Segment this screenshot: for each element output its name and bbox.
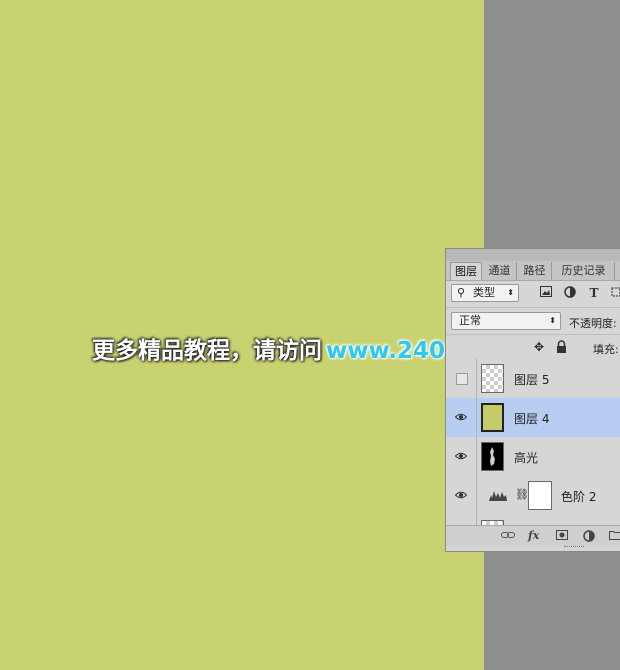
layer-name: 图层 4: [514, 412, 550, 426]
blend-row: 正常 ⬍ 不透明度:: [446, 307, 620, 334]
blend-mode-label: 正常: [459, 314, 481, 327]
mask-thumbnail: [528, 481, 552, 510]
divider: [476, 359, 477, 398]
adjustment-icon[interactable]: [583, 530, 595, 542]
lock-all-icon[interactable]: [556, 340, 567, 354]
eye-icon[interactable]: [454, 489, 468, 501]
watermark-text: 更多精品教程，请访问: [92, 338, 322, 364]
blend-mode-select[interactable]: 正常 ⬍: [451, 312, 561, 330]
layer-filter-select[interactable]: ⚲ 类型 ⬍: [451, 284, 519, 302]
layer-row-levels[interactable]: ⛓ 色阶 2: [446, 476, 620, 516]
fx-icon[interactable]: fx: [528, 530, 539, 542]
panel-title-grip[interactable]: [446, 249, 620, 261]
tab-history[interactable]: 历史记录: [553, 262, 615, 280]
filter-row: ⚲ 类型 ⬍ T: [446, 281, 620, 307]
tab-layers[interactable]: 图层: [450, 262, 482, 280]
panel-tab-bar: 图层 通道 路径 历史记录: [446, 249, 620, 281]
lock-row: ✥ 填充:: [446, 334, 620, 359]
layer-name: 高光: [514, 451, 539, 465]
link-icon[interactable]: [501, 530, 515, 542]
visibility-toggle[interactable]: [456, 373, 468, 385]
eye-icon[interactable]: [454, 411, 468, 423]
layer-row-highlight[interactable]: 高光: [446, 437, 620, 477]
layer-row-layer5[interactable]: 图层 5: [446, 359, 620, 399]
filter-type-label: 类型: [473, 286, 495, 299]
shape-filter-icon[interactable]: [609, 286, 620, 300]
levels-icon: [488, 488, 508, 502]
folder-icon[interactable]: [609, 530, 620, 542]
layers-panel: 图层 通道 路径 历史记录 ⚲ 类型 ⬍ T 正常 ⬍ 不透明度: ✥ 填充: …: [445, 248, 620, 552]
updown-arrow-icon: ⬍: [549, 316, 556, 325]
resize-grip[interactable]: [564, 546, 584, 550]
layer-row-layer4[interactable]: 图层 4: [446, 398, 620, 438]
divider: [476, 476, 477, 515]
opacity-label: 不透明度:: [569, 317, 617, 330]
layer-thumbnail: [481, 442, 504, 471]
fill-label: 填充:: [593, 343, 619, 356]
mask-icon[interactable]: [556, 530, 568, 542]
lock-position-icon[interactable]: ✥: [534, 340, 544, 354]
divider: [476, 437, 477, 476]
link-icon[interactable]: ⛓: [515, 488, 529, 501]
layer-thumbnail: [481, 364, 504, 393]
tab-channels[interactable]: 通道: [483, 262, 517, 280]
adjustment-filter-icon[interactable]: [563, 286, 577, 300]
layer-list: 图层 5 图层 4 高光 ⛓ 色阶 2: [446, 359, 620, 527]
layer-name: 图层 5: [514, 373, 550, 387]
eye-icon[interactable]: [454, 450, 468, 462]
updown-arrow-icon: ⬍: [507, 288, 514, 297]
search-icon: ⚲: [457, 286, 466, 299]
text-filter-icon[interactable]: T: [587, 286, 601, 300]
layer-thumbnail: [481, 403, 504, 432]
divider: [476, 398, 477, 437]
layer-name: 色阶 2: [561, 490, 597, 504]
tab-paths[interactable]: 路径: [518, 262, 552, 280]
panel-bottom-bar: fx: [446, 525, 620, 546]
image-filter-icon[interactable]: [539, 286, 553, 300]
